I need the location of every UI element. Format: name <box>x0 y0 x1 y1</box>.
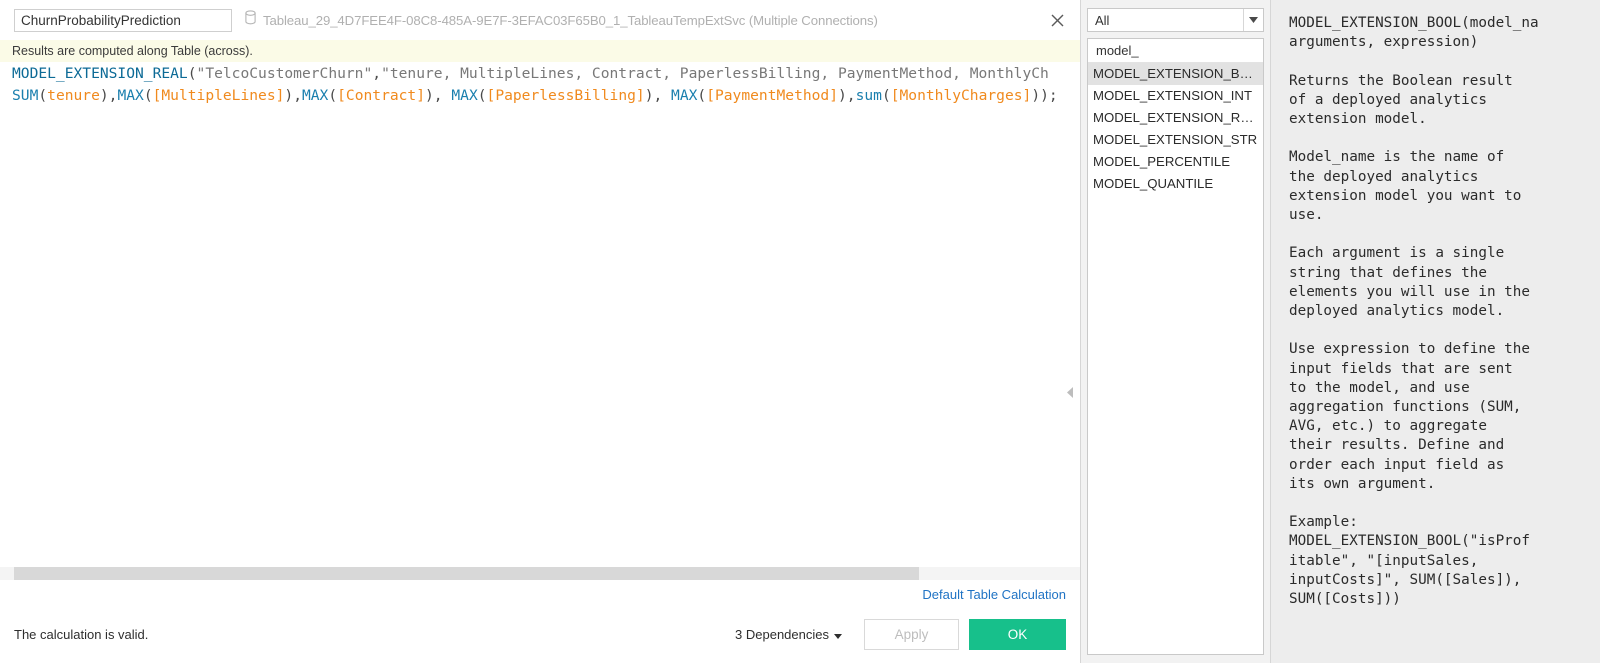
chevron-down-icon <box>1243 9 1263 31</box>
formula-token: ), <box>645 87 671 104</box>
function-search-row <box>1088 39 1263 63</box>
function-list-item[interactable]: MODEL_EXTENSION_REAL <box>1088 107 1263 129</box>
formula-token: tenure <box>47 87 100 104</box>
formula-token: ( <box>882 87 891 104</box>
close-icon[interactable] <box>1044 7 1070 33</box>
function-category-value: All <box>1095 13 1243 28</box>
formula-token: ( <box>328 87 337 104</box>
formula-token: [PaperlessBilling] <box>487 87 645 104</box>
function-list[interactable]: MODEL_EXTENSION_BO...MODEL_EXTENSION_INT… <box>1088 63 1263 654</box>
function-list-item[interactable]: MODEL_QUANTILE <box>1088 173 1263 195</box>
function-list-item[interactable]: MODEL_PERCENTILE <box>1088 151 1263 173</box>
formula-token: MAX <box>302 87 328 104</box>
dependencies-label: 3 Dependencies <box>735 627 829 642</box>
editor-footer: The calculation is valid. 3 Dependencies… <box>0 612 1080 656</box>
formula-token: ), <box>425 87 451 104</box>
formula-line: MODEL_EXTENSION_REAL("TelcoCustomerChurn… <box>12 63 1080 85</box>
function-list-box: MODEL_EXTENSION_BO...MODEL_EXTENSION_INT… <box>1087 38 1264 655</box>
datasource-indicator: Tableau_29_4D7FEE4F-08C8-485A-9E7F-3EFAC… <box>244 10 1032 30</box>
formula-token: SUM <box>12 87 38 104</box>
formula-token: ( <box>188 65 197 82</box>
formula-token: [MonthlyCharges] <box>891 87 1032 104</box>
formula-token: ), <box>100 87 118 104</box>
formula-token: [PaymentMethod] <box>706 87 838 104</box>
formula-horizontal-scrollbar[interactable] <box>0 567 1080 580</box>
formula-token: MODEL_EXTENSION_REAL <box>12 65 188 82</box>
formula-token: ( <box>144 87 153 104</box>
apply-button[interactable]: Apply <box>864 619 959 650</box>
formula-text-area[interactable]: MODEL_EXTENSION_REAL("TelcoCustomerChurn… <box>0 62 1080 554</box>
table-calculation-hint: Results are computed along Table (across… <box>0 40 1080 62</box>
ok-button[interactable]: OK <box>969 619 1066 650</box>
function-help-text: MODEL_EXTENSION_BOOL(model_na arguments,… <box>1289 14 1600 609</box>
editor-header: Tableau_29_4D7FEE4F-08C8-485A-9E7F-3EFAC… <box>0 0 1080 40</box>
function-list-item[interactable]: MODEL_EXTENSION_INT <box>1088 85 1263 107</box>
default-table-calculation-link[interactable]: Default Table Calculation <box>922 587 1066 602</box>
collapse-panel-icon[interactable] <box>1064 384 1076 400</box>
formula-token: "TelcoCustomerChurn" <box>197 65 373 82</box>
function-category-dropdown[interactable]: All <box>1087 8 1264 32</box>
calculated-field-editor-dialog: Tableau_29_4D7FEE4F-08C8-485A-9E7F-3EFAC… <box>0 0 1600 663</box>
formula-token: MAX <box>117 87 143 104</box>
formula-token: ( <box>697 87 706 104</box>
formula-token: [Contract] <box>337 87 425 104</box>
formula-token: "tenure, MultipleLines, Contract, Paperl… <box>381 65 1049 82</box>
formula-token: sum <box>856 87 882 104</box>
datasource-name-label: Tableau_29_4D7FEE4F-08C8-485A-9E7F-3EFAC… <box>263 13 878 28</box>
formula-token: ), <box>838 87 856 104</box>
calculation-editor-pane: Tableau_29_4D7FEE4F-08C8-485A-9E7F-3EFAC… <box>0 0 1080 663</box>
function-list-item[interactable]: MODEL_EXTENSION_STR <box>1088 129 1263 151</box>
validation-status-message: The calculation is valid. <box>14 627 735 642</box>
scrollbar-thumb[interactable] <box>14 567 919 580</box>
formula-token: [MultipleLines] <box>153 87 285 104</box>
formula-token: MAX <box>671 87 697 104</box>
formula-line: SUM(tenure),MAX([MultipleLines]),MAX([Co… <box>12 85 1080 107</box>
function-list-pane: All MODEL_EXTENSION_BO...MODEL_EXTENSION… <box>1080 0 1270 663</box>
calculation-name-input[interactable] <box>14 9 232 32</box>
chevron-down-icon <box>834 627 842 642</box>
formula-code: MODEL_EXTENSION_REAL("TelcoCustomerChurn… <box>0 62 1080 107</box>
formula-token: , <box>372 65 381 82</box>
formula-token: MAX <box>451 87 477 104</box>
function-search-input[interactable] <box>1096 43 1264 58</box>
formula-token: ), <box>284 87 302 104</box>
formula-token: ( <box>38 87 47 104</box>
function-help-pane: MODEL_EXTENSION_BOOL(model_na arguments,… <box>1270 0 1600 663</box>
formula-token: ( <box>478 87 487 104</box>
formula-token: )); <box>1031 87 1057 104</box>
dependencies-dropdown[interactable]: 3 Dependencies <box>735 627 842 642</box>
function-list-item[interactable]: MODEL_EXTENSION_BO... <box>1088 63 1263 85</box>
default-table-calculation-row: Default Table Calculation <box>922 586 1066 604</box>
database-icon <box>244 10 257 30</box>
